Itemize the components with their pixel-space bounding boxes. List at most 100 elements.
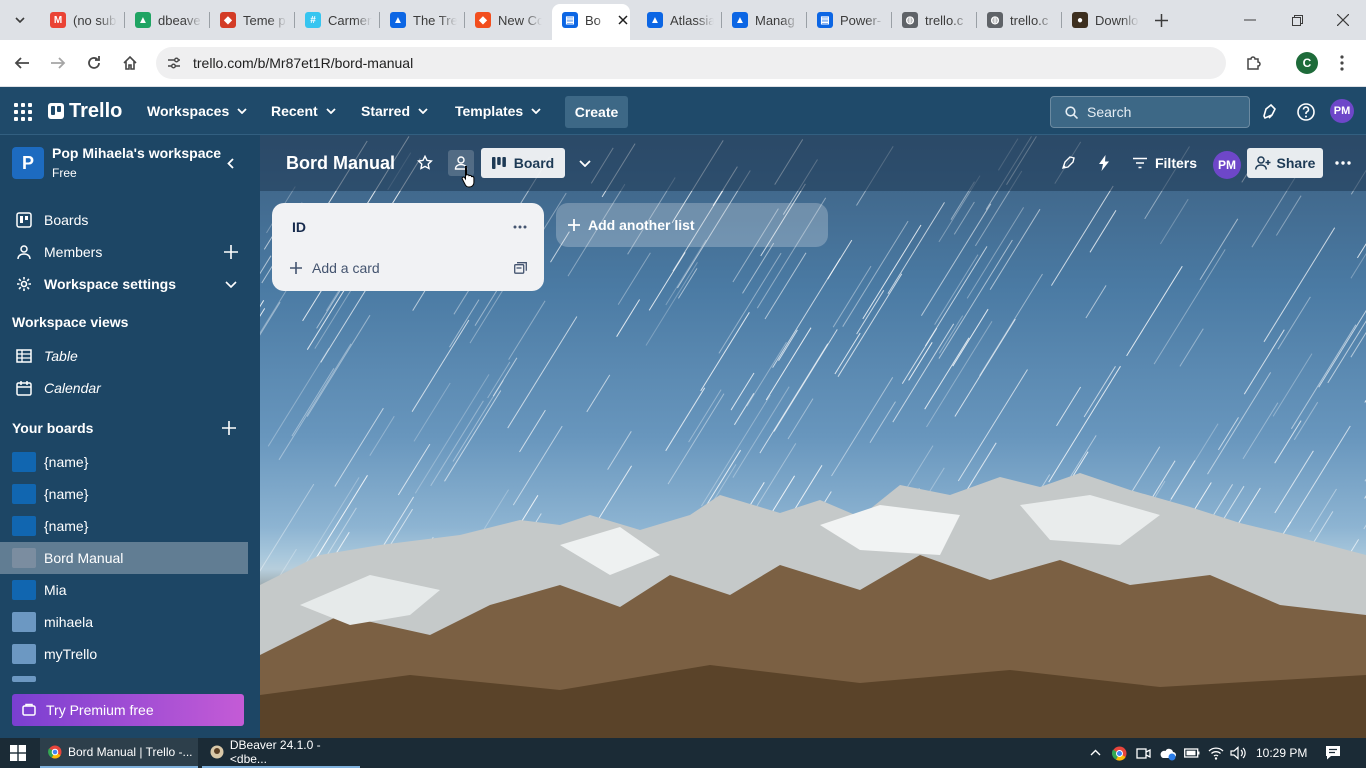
address-bar[interactable]: trello.com/b/Mr87et1R/bord-manual xyxy=(156,47,1226,79)
browser-tab[interactable]: ● Downlo xyxy=(1062,8,1146,32)
browser-tab[interactable]: # Carmen xyxy=(295,8,379,32)
add-card-button[interactable]: Add a card xyxy=(282,254,500,282)
reload-button[interactable] xyxy=(82,51,106,75)
plus-icon[interactable] xyxy=(222,421,236,435)
sidebar-item-calendar[interactable]: Calendar xyxy=(0,372,260,404)
new-tab-button[interactable] xyxy=(1150,9,1172,31)
browser-tab[interactable]: ▲ Atlassia xyxy=(637,8,721,32)
sidebar-board-item[interactable]: mihaela xyxy=(0,606,260,638)
chrome-tray-icon[interactable] xyxy=(1112,746,1127,761)
list-actions-button[interactable] xyxy=(510,220,530,234)
search-placeholder: Search xyxy=(1087,104,1132,120)
help-button[interactable] xyxy=(1296,102,1316,122)
sidebar-board-item[interactable]: Bord Manual xyxy=(0,542,248,574)
close-tab-icon[interactable] xyxy=(618,15,628,25)
browser-tab[interactable]: ◍ trello.c xyxy=(892,8,976,32)
minimize-button[interactable] xyxy=(1236,8,1264,32)
back-button[interactable] xyxy=(10,51,34,75)
taskbar-app-dbeaver[interactable]: DBeaver 24.1.0 - <dbe... xyxy=(202,738,360,768)
starred-menu[interactable]: Starred xyxy=(361,99,428,123)
share-button[interactable]: Share xyxy=(1247,148,1323,178)
try-premium-button[interactable]: Try Premium free xyxy=(12,694,244,726)
create-button[interactable]: Create xyxy=(565,96,628,128)
taskbar-clock[interactable]: 10:29 PM xyxy=(1256,746,1307,760)
home-button[interactable] xyxy=(118,51,142,75)
sidebar-board-item[interactable]: Mia xyxy=(0,574,260,606)
gmail-icon: M xyxy=(50,12,66,28)
search-input[interactable]: Search xyxy=(1050,96,1250,128)
chevron-up-icon[interactable] xyxy=(1090,749,1101,756)
board-title[interactable]: Bord Manual xyxy=(286,153,395,174)
wifi-icon[interactable] xyxy=(1208,746,1224,760)
browser-tab[interactable]: ◆ New Co xyxy=(465,8,549,32)
onedrive-icon[interactable] xyxy=(1159,746,1176,761)
power-ups-button[interactable] xyxy=(1056,151,1080,175)
sidebar-item-label: Boards xyxy=(44,212,89,228)
tab-active[interactable]: ▤ Bo xyxy=(552,8,630,32)
extensions-button[interactable] xyxy=(1242,51,1266,75)
app-switcher-button[interactable] xyxy=(14,103,32,121)
sidebar-board-item[interactable]: {name} xyxy=(0,478,260,510)
customize-views-button[interactable] xyxy=(573,151,597,175)
sidebar-board-label: myTrello xyxy=(44,646,98,662)
browser-tab[interactable]: M (no sub xyxy=(40,8,124,32)
browser-tab[interactable]: ▲ Manag xyxy=(722,8,806,32)
board-view-button[interactable]: Board xyxy=(481,148,565,178)
browser-tab[interactable]: ▤ Power- xyxy=(807,8,891,32)
automation-button[interactable] xyxy=(1092,151,1116,175)
plus-icon[interactable] xyxy=(224,245,238,259)
sidebar-board-item[interactable]: {name} xyxy=(0,510,260,542)
trello-logo-icon xyxy=(48,103,64,119)
board-member-avatar[interactable]: PM xyxy=(1213,151,1241,179)
sidebar-board-item[interactable]: myTrello xyxy=(0,638,260,670)
sidebar-item-table[interactable]: Table xyxy=(0,340,260,372)
browser-menu-button[interactable] xyxy=(1330,51,1354,75)
board-menu-button[interactable] xyxy=(1331,151,1355,175)
browser-tab[interactable]: ◍ trello.c xyxy=(977,8,1061,32)
forward-button[interactable] xyxy=(46,51,70,75)
sidebar-item-label: Calendar xyxy=(44,380,101,396)
more-horizontal-icon xyxy=(1335,161,1351,165)
meet-now-icon[interactable] xyxy=(1136,746,1151,761)
close-window-button[interactable] xyxy=(1329,8,1357,32)
dbeaver-icon: ● xyxy=(1072,12,1088,28)
workspaces-menu[interactable]: Workspaces xyxy=(147,99,247,123)
action-center-icon[interactable] xyxy=(1325,745,1341,761)
sidebar-item-members[interactable]: Members xyxy=(0,236,260,268)
browser-tab[interactable]: ▲ dbeave xyxy=(125,8,209,32)
sidebar-item-workspace-settings[interactable]: Workspace settings xyxy=(0,268,260,300)
add-list-button[interactable]: Add another list xyxy=(556,203,828,247)
start-button[interactable] xyxy=(10,745,26,761)
notifications-button[interactable] xyxy=(1260,102,1280,122)
account-avatar[interactable]: PM xyxy=(1330,99,1354,123)
site-info-icon[interactable] xyxy=(166,55,182,71)
url-text[interactable]: trello.com/b/Mr87et1R/bord-manual xyxy=(193,55,413,71)
recent-menu[interactable]: Recent xyxy=(271,99,336,123)
volume-icon[interactable] xyxy=(1230,746,1246,760)
collapse-sidebar-button[interactable] xyxy=(218,153,242,173)
browser-tab-label: Bo xyxy=(585,12,601,28)
filters-button[interactable]: Filters xyxy=(1130,150,1200,176)
browser-tab-label: Downlo xyxy=(1095,12,1139,28)
tab-search-button[interactable] xyxy=(8,8,32,32)
sidebar-item-boards[interactable]: Boards xyxy=(0,204,260,236)
create-from-template-button[interactable] xyxy=(510,258,530,278)
browser-tab[interactable]: ▲ The Tre xyxy=(380,8,464,32)
browser-tab[interactable]: ◆ Teme p xyxy=(210,8,294,32)
restore-button[interactable] xyxy=(1283,8,1311,32)
trello-logo[interactable]: Trello xyxy=(48,100,122,122)
taskbar-app-chrome[interactable]: Bord Manual | Trello -... xyxy=(40,738,198,768)
notification-bell-icon xyxy=(1263,103,1276,120)
star-board-button[interactable] xyxy=(413,151,437,175)
sidebar-board-item[interactable]: {name} xyxy=(0,446,260,478)
chevron-down-icon xyxy=(579,159,591,167)
templates-menu[interactable]: Templates xyxy=(455,99,541,123)
profile-avatar[interactable]: C xyxy=(1296,52,1318,74)
search-icon xyxy=(1065,105,1078,119)
template-icon xyxy=(513,262,527,274)
lightning-icon xyxy=(1099,155,1109,171)
battery-icon[interactable] xyxy=(1184,747,1200,759)
sidebar-item-label: Members xyxy=(44,244,103,260)
list-title[interactable]: ID xyxy=(292,219,306,235)
premium-icon xyxy=(22,703,36,716)
